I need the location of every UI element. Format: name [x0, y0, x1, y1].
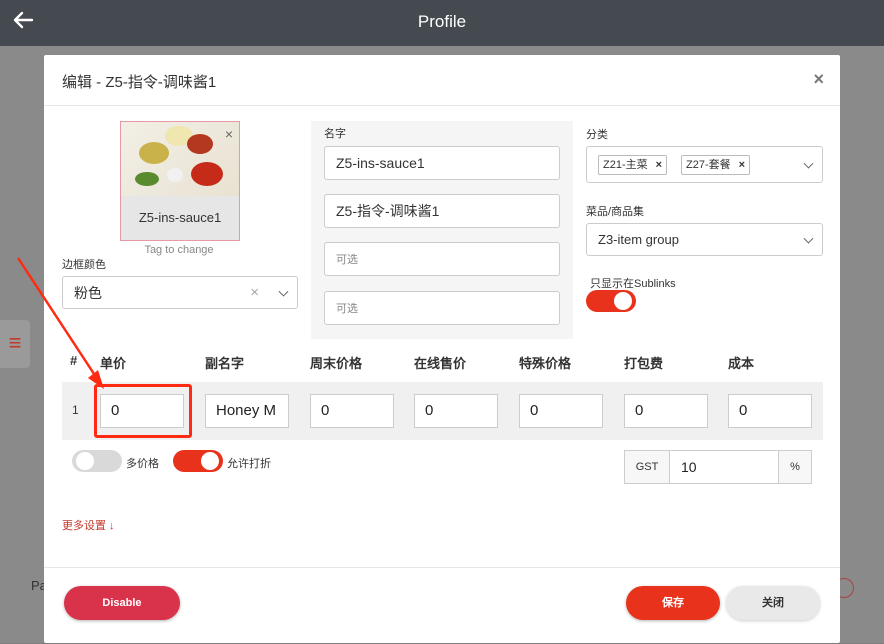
annotation-arrow-icon	[16, 257, 104, 389]
